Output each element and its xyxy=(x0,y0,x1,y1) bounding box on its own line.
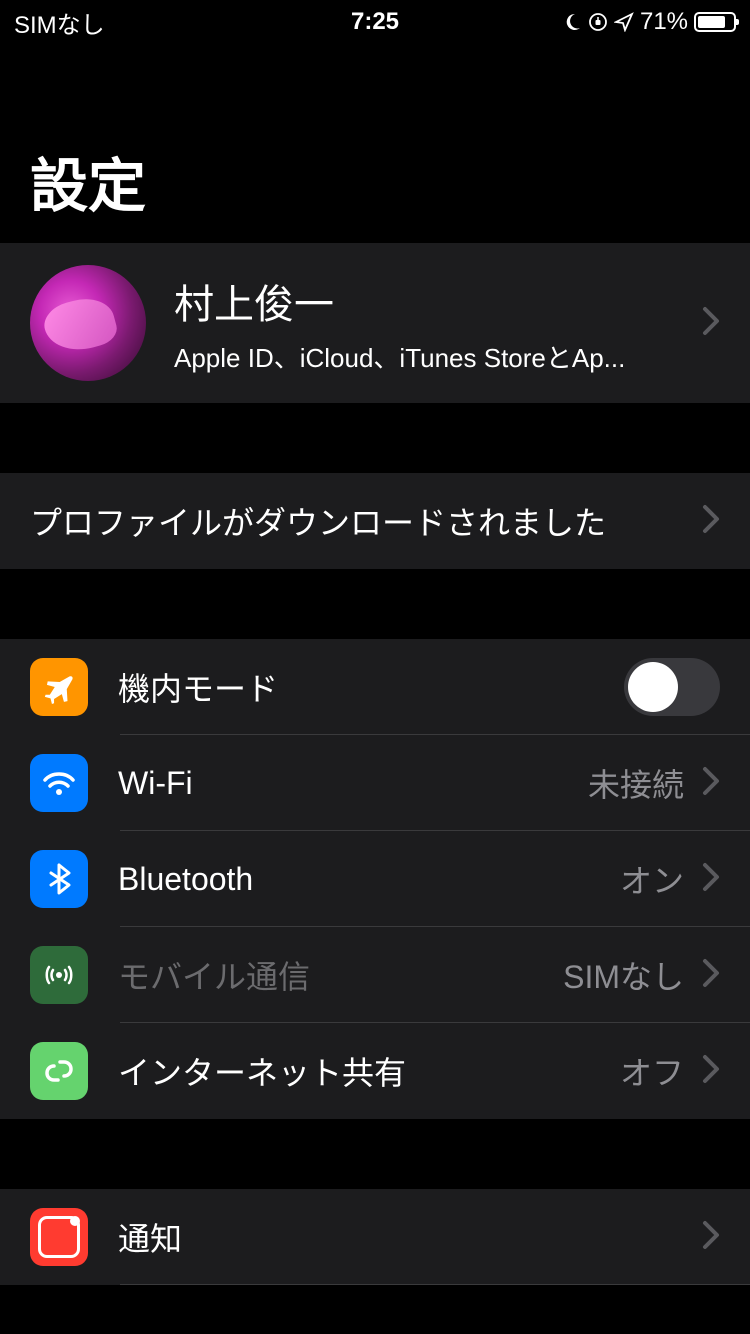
battery-percent-label: 71% xyxy=(640,8,688,36)
airplane-icon xyxy=(30,658,88,716)
wifi-icon xyxy=(30,754,88,812)
bluetooth-icon xyxy=(30,850,88,908)
profile-name: 村上俊一 xyxy=(174,272,702,330)
cellular-label: モバイル通信 xyxy=(118,952,563,998)
airplane-mode-cell[interactable]: 機内モード xyxy=(0,639,750,735)
hotspot-icon xyxy=(30,1042,88,1100)
profile-info: 村上俊一 Apple ID、iCloud、iTunes StoreとAp... xyxy=(174,272,702,375)
notifications-icon xyxy=(30,1208,88,1266)
settings-section-notifications: 通知 xyxy=(0,1189,750,1285)
cellular-value: SIMなし xyxy=(563,952,684,998)
profile-subtitle: Apple ID、iCloud、iTunes StoreとAp... xyxy=(174,338,702,375)
chevron-right-icon xyxy=(702,1054,720,1089)
location-icon xyxy=(614,12,634,32)
wifi-value: 未接続 xyxy=(588,760,684,806)
page-title: 設定 xyxy=(0,44,750,243)
status-bar: SIMなし 7:25 71% xyxy=(0,0,750,44)
status-right-cluster: 71% xyxy=(495,8,736,36)
moon-icon xyxy=(562,12,582,32)
profile-downloaded-cell[interactable]: プロファイルがダウンロードされました xyxy=(0,473,750,569)
bluetooth-cell[interactable]: Bluetooth オン xyxy=(0,831,750,927)
notifications-cell[interactable]: 通知 xyxy=(0,1189,750,1285)
wifi-cell[interactable]: Wi-Fi 未接続 xyxy=(0,735,750,831)
hotspot-label: インターネット共有 xyxy=(118,1048,620,1094)
settings-section-connectivity: 機内モード Wi-Fi 未接続 Bluetooth オン xyxy=(0,639,750,1119)
chevron-right-icon xyxy=(702,862,720,897)
rotation-lock-icon xyxy=(588,12,608,32)
profile-downloaded-label: プロファイルがダウンロードされました xyxy=(30,498,702,544)
chevron-right-icon xyxy=(702,958,720,993)
toggle-knob xyxy=(628,662,678,712)
settings-section-profile-download: プロファイルがダウンロードされました xyxy=(0,473,750,569)
hotspot-value: オフ xyxy=(620,1048,684,1094)
chevron-right-icon xyxy=(702,504,720,539)
cellular-icon xyxy=(30,946,88,1004)
battery-icon xyxy=(694,12,736,32)
status-carrier: SIMなし xyxy=(14,5,255,40)
bluetooth-value: オン xyxy=(620,856,684,902)
settings-section-account: 村上俊一 Apple ID、iCloud、iTunes StoreとAp... xyxy=(0,243,750,403)
section-gap xyxy=(0,569,750,639)
section-gap xyxy=(0,1119,750,1189)
status-time: 7:25 xyxy=(255,8,496,36)
notifications-label: 通知 xyxy=(118,1214,702,1260)
personal-hotspot-cell[interactable]: インターネット共有 オフ xyxy=(0,1023,750,1119)
airplane-mode-label: 機内モード xyxy=(118,664,624,710)
cellular-cell[interactable]: モバイル通信 SIMなし xyxy=(0,927,750,1023)
chevron-right-icon xyxy=(702,1220,720,1255)
avatar xyxy=(30,265,146,381)
wifi-label: Wi-Fi xyxy=(118,765,588,802)
chevron-right-icon xyxy=(702,306,720,341)
airplane-mode-toggle[interactable] xyxy=(624,658,720,716)
apple-id-cell[interactable]: 村上俊一 Apple ID、iCloud、iTunes StoreとAp... xyxy=(0,243,750,403)
chevron-right-icon xyxy=(702,766,720,801)
bluetooth-label: Bluetooth xyxy=(118,861,620,898)
section-gap xyxy=(0,403,750,473)
